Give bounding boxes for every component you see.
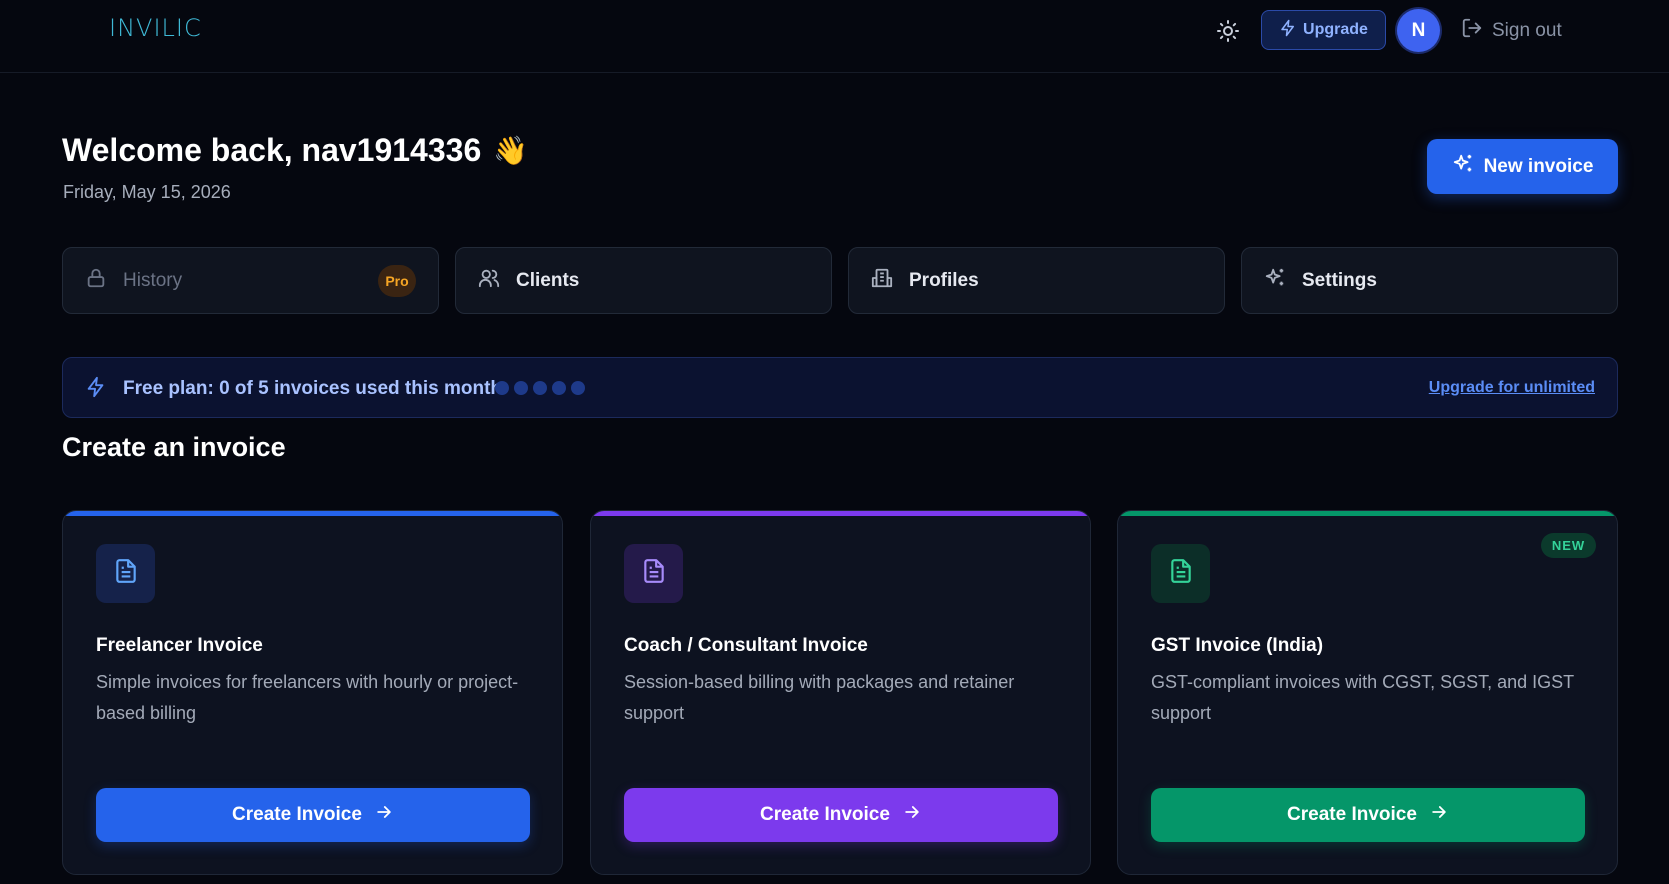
top-navbar: INVILIC Upgrade N Sign out [0, 0, 1669, 73]
lightning-icon [85, 376, 107, 403]
sparkles-icon [1452, 153, 1474, 181]
history-label: History [123, 269, 183, 291]
card-title: Freelancer Invoice [96, 635, 263, 656]
new-invoice-label: New invoice [1483, 155, 1594, 177]
document-icon [641, 558, 667, 589]
waving-hand-emoji: 👋 [493, 135, 529, 166]
lock-icon [85, 267, 107, 295]
card-accent-bar [1118, 511, 1617, 516]
create-invoice-label: Create Invoice [760, 804, 890, 825]
welcome-heading: Welcome back, nav1914336 👋 [62, 132, 528, 169]
card-title: GST Invoice (India) [1151, 635, 1324, 656]
upgrade-label: Upgrade [1303, 21, 1368, 38]
sign-out-icon [1461, 17, 1483, 45]
app-logo[interactable]: INVILIC [109, 14, 202, 42]
pro-badge: Pro [378, 265, 416, 297]
arrow-right-icon [374, 802, 394, 828]
nav-tile-clients[interactable]: Clients [455, 247, 832, 314]
nav-tile-settings[interactable]: Settings [1241, 247, 1618, 314]
card-accent-bar [63, 511, 562, 516]
invoice-card-freelancer: Freelancer Invoice Simple invoices for f… [62, 510, 563, 875]
sparkles-icon [1264, 267, 1286, 295]
card-accent-bar [591, 511, 1090, 516]
nav-tile-history[interactable]: History Pro [62, 247, 439, 314]
user-avatar[interactable]: N [1397, 9, 1440, 52]
card-description: GST-compliant invoices with CGST, SGST, … [1151, 672, 1574, 723]
card-description: Simple invoices for freelancers with hou… [96, 672, 519, 723]
plan-usage-text: Free plan: 0 of 5 invoices used this mon… [123, 378, 503, 399]
new-invoice-button[interactable]: New invoice [1427, 139, 1618, 194]
usage-dot [571, 381, 585, 395]
building-icon [871, 267, 893, 295]
arrow-right-icon [1429, 802, 1449, 828]
sign-out-label: Sign out [1492, 20, 1562, 41]
usage-dot [495, 381, 509, 395]
upgrade-button[interactable]: Upgrade [1261, 10, 1386, 50]
profiles-label: Profiles [909, 269, 979, 291]
upgrade-unlimited-link[interactable]: Upgrade for unlimited [1429, 379, 1595, 397]
invoice-card-coach: Coach / Consultant Invoice Session-based… [590, 510, 1091, 875]
current-date: Friday, May 15, 2026 [63, 182, 231, 202]
card-icon-box [624, 544, 683, 603]
users-icon [478, 267, 500, 295]
create-invoice-button[interactable]: Create Invoice [624, 788, 1058, 842]
clients-label: Clients [516, 269, 580, 291]
usage-dots [495, 381, 585, 395]
nav-tile-profiles[interactable]: Profiles [848, 247, 1225, 314]
card-icon-box [96, 544, 155, 603]
card-title: Coach / Consultant Invoice [624, 635, 868, 656]
create-invoice-label: Create Invoice [1287, 804, 1417, 825]
usage-dot [533, 381, 547, 395]
lightning-icon [1279, 19, 1297, 42]
welcome-text: Welcome back, nav1914336 [62, 132, 482, 168]
create-invoice-button[interactable]: Create Invoice [1151, 788, 1585, 842]
new-badge: NEW [1541, 533, 1596, 558]
usage-dot [552, 381, 566, 395]
theme-toggle-sun-icon[interactable] [1216, 19, 1240, 43]
arrow-right-icon [902, 802, 922, 828]
document-icon [1168, 558, 1194, 589]
document-icon [113, 558, 139, 589]
sign-out-button[interactable]: Sign out [1461, 18, 1562, 44]
plan-usage-banner: Free plan: 0 of 5 invoices used this mon… [62, 357, 1618, 418]
create-invoice-button[interactable]: Create Invoice [96, 788, 530, 842]
create-invoice-label: Create Invoice [232, 804, 362, 825]
section-title: Create an invoice [62, 432, 286, 462]
settings-label: Settings [1302, 269, 1377, 291]
card-icon-box [1151, 544, 1210, 603]
card-description: Session-based billing with packages and … [624, 672, 1015, 723]
usage-dot [514, 381, 528, 395]
invoice-card-gst: NEW GST Invoice (India) GST-compliant in… [1117, 510, 1618, 875]
